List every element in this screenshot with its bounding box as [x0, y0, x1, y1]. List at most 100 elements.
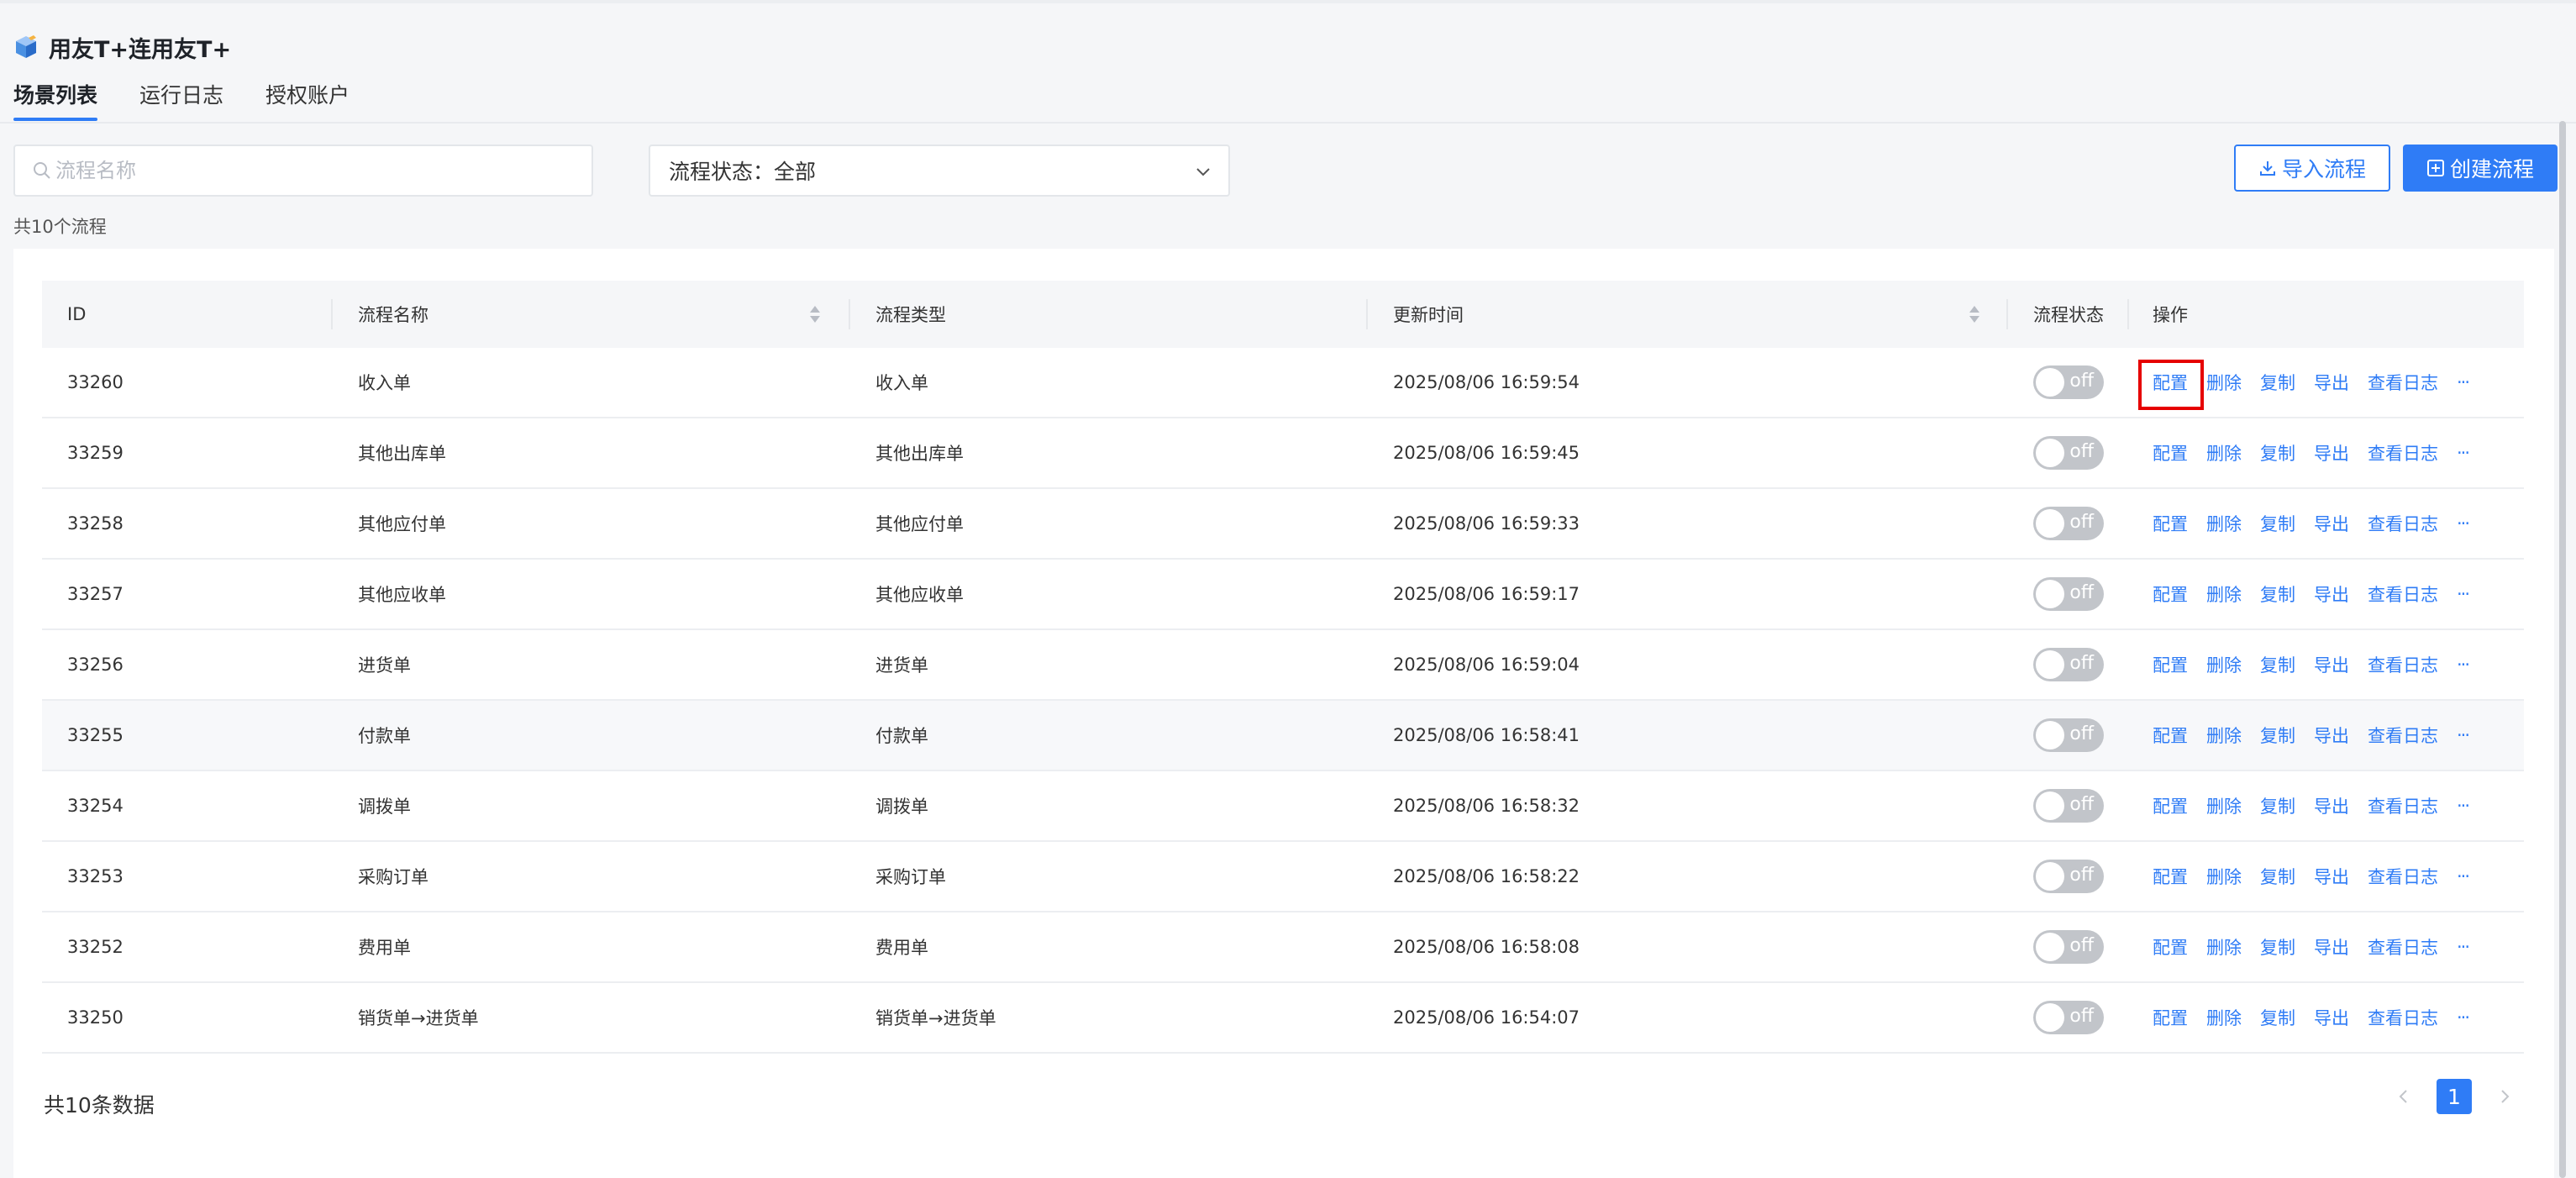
view-log-link[interactable]: 查看日志: [2368, 934, 2438, 960]
config-link[interactable]: 配置: [2153, 370, 2188, 395]
config-link[interactable]: 配置: [2153, 652, 2188, 677]
copy-link[interactable]: 复制: [2260, 370, 2295, 395]
cell-updated: 2025/08/06 16:59:45: [1393, 443, 1580, 463]
sort-icon[interactable]: [808, 303, 822, 325]
more-actions-icon[interactable]: ···: [2457, 725, 2470, 745]
sort-icon[interactable]: [1968, 303, 1981, 325]
status-toggle[interactable]: off: [2033, 436, 2104, 470]
config-link[interactable]: 配置: [2153, 1005, 2188, 1030]
toggle-text: off: [2069, 865, 2094, 886]
scrollbar[interactable]: [2559, 121, 2566, 1178]
chevron-right-icon[interactable]: [2495, 1087, 2514, 1106]
view-log-link[interactable]: 查看日志: [2368, 864, 2438, 889]
more-actions-icon[interactable]: ···: [2457, 937, 2470, 957]
more-actions-icon[interactable]: ···: [2457, 443, 2470, 463]
copy-link[interactable]: 复制: [2260, 934, 2295, 960]
more-actions-icon[interactable]: ···: [2457, 796, 2470, 816]
config-link[interactable]: 配置: [2153, 511, 2188, 536]
search-input[interactable]: [55, 159, 560, 182]
export-link[interactable]: 导出: [2314, 581, 2349, 607]
view-log-link[interactable]: 查看日志: [2368, 1005, 2438, 1030]
copy-link[interactable]: 复制: [2260, 511, 2295, 536]
delete-link[interactable]: 删除: [2206, 370, 2242, 395]
export-link[interactable]: 导出: [2314, 652, 2349, 677]
delete-link[interactable]: 删除: [2206, 511, 2242, 536]
export-link[interactable]: 导出: [2314, 934, 2349, 960]
status-toggle[interactable]: off: [2033, 648, 2104, 681]
more-actions-icon[interactable]: ···: [2457, 372, 2470, 392]
config-link[interactable]: 配置: [2153, 864, 2188, 889]
view-log-link[interactable]: 查看日志: [2368, 511, 2438, 536]
cell-status: off: [2033, 560, 2104, 628]
status-filter-select[interactable]: 流程状态：全部: [649, 145, 1230, 197]
delete-link[interactable]: 删除: [2206, 440, 2242, 465]
status-toggle[interactable]: off: [2033, 365, 2104, 399]
top-border: [0, 0, 2576, 3]
cell-status: off: [2033, 489, 2104, 558]
tab-scene-list[interactable]: 场景列表: [13, 79, 98, 121]
export-link[interactable]: 导出: [2314, 511, 2349, 536]
view-log-link[interactable]: 查看日志: [2368, 723, 2438, 748]
view-log-link[interactable]: 查看日志: [2368, 370, 2438, 395]
tab-run-log[interactable]: 运行日志: [139, 79, 223, 121]
config-link[interactable]: 配置: [2153, 934, 2188, 960]
status-toggle[interactable]: off: [2033, 507, 2104, 540]
export-link[interactable]: 导出: [2314, 723, 2349, 748]
import-flow-button[interactable]: 导入流程: [2234, 145, 2390, 192]
cell-status: off: [2033, 842, 2104, 911]
copy-link[interactable]: 复制: [2260, 864, 2295, 889]
copy-link[interactable]: 复制: [2260, 581, 2295, 607]
status-toggle[interactable]: off: [2033, 930, 2104, 964]
config-link[interactable]: 配置: [2153, 440, 2188, 465]
status-toggle[interactable]: off: [2033, 1001, 2104, 1034]
more-actions-icon[interactable]: ···: [2457, 866, 2470, 886]
page-number[interactable]: 1: [2437, 1079, 2472, 1114]
cell-id: 33259: [67, 443, 124, 463]
export-link[interactable]: 导出: [2314, 440, 2349, 465]
chevron-left-icon[interactable]: [2395, 1087, 2413, 1106]
copy-link[interactable]: 复制: [2260, 793, 2295, 818]
copy-link[interactable]: 复制: [2260, 652, 2295, 677]
delete-link[interactable]: 删除: [2206, 934, 2242, 960]
delete-link[interactable]: 删除: [2206, 1005, 2242, 1030]
copy-link[interactable]: 复制: [2260, 440, 2295, 465]
status-toggle[interactable]: off: [2033, 577, 2104, 611]
header-updated[interactable]: 更新时间: [1393, 281, 1464, 348]
delete-link[interactable]: 删除: [2206, 581, 2242, 607]
more-actions-icon[interactable]: ···: [2457, 1007, 2470, 1028]
delete-link[interactable]: 删除: [2206, 723, 2242, 748]
table-row: 33259 其他出库单 其他出库单 2025/08/06 16:59:45 off 配置删…: [42, 418, 2524, 489]
create-flow-label: 创建流程: [2449, 157, 2534, 181]
status-toggle[interactable]: off: [2033, 860, 2104, 893]
export-link[interactable]: 导出: [2314, 370, 2349, 395]
view-log-link[interactable]: 查看日志: [2368, 581, 2438, 607]
status-toggle[interactable]: off: [2033, 789, 2104, 823]
copy-link[interactable]: 复制: [2260, 1005, 2295, 1030]
config-link[interactable]: 配置: [2153, 581, 2188, 607]
copy-link[interactable]: 复制: [2260, 723, 2295, 748]
tab-auth-accounts[interactable]: 授权账户: [265, 79, 350, 121]
header-name[interactable]: 流程名称: [358, 281, 428, 348]
table-row: 33258 其他应付单 其他应付单 2025/08/06 16:59:33 off 配置删…: [42, 489, 2524, 560]
toggle-text: off: [2069, 1006, 2094, 1027]
view-log-link[interactable]: 查看日志: [2368, 793, 2438, 818]
delete-link[interactable]: 删除: [2206, 652, 2242, 677]
toggle-knob: [2036, 1003, 2064, 1032]
more-actions-icon[interactable]: ···: [2457, 513, 2470, 534]
config-link[interactable]: 配置: [2153, 793, 2188, 818]
export-link[interactable]: 导出: [2314, 793, 2349, 818]
view-log-link[interactable]: 查看日志: [2368, 652, 2438, 677]
create-flow-button[interactable]: 创建流程: [2403, 145, 2558, 192]
delete-link[interactable]: 删除: [2206, 864, 2242, 889]
config-link[interactable]: 配置: [2153, 723, 2188, 748]
table-body: 33260 收入单 收入单 2025/08/06 16:59:54 off 配置 删除 复制导…: [42, 348, 2524, 1054]
cell-type: 进货单: [875, 655, 928, 676]
more-actions-icon[interactable]: ···: [2457, 584, 2470, 604]
cube-icon: [16, 35, 36, 58]
delete-link[interactable]: 删除: [2206, 793, 2242, 818]
status-toggle[interactable]: off: [2033, 718, 2104, 752]
view-log-link[interactable]: 查看日志: [2368, 440, 2438, 465]
more-actions-icon[interactable]: ···: [2457, 655, 2470, 675]
export-link[interactable]: 导出: [2314, 864, 2349, 889]
export-link[interactable]: 导出: [2314, 1005, 2349, 1030]
